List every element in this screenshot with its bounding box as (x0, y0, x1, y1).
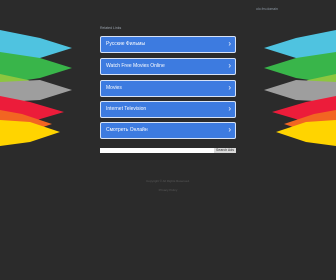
privacy-policy-link[interactable]: Privacy Policy (0, 188, 336, 192)
related-link-2[interactable]: Watch Free Movies Online › (100, 58, 236, 75)
copyright-text: Copyright © All Rights Reserved. (146, 179, 190, 183)
search-input[interactable] (100, 148, 214, 153)
related-links-heading: Related Links (100, 26, 122, 30)
related-link-1-label: Русские Фильмы (106, 41, 146, 47)
related-link-1[interactable]: Русские Фильмы › (100, 36, 236, 53)
related-link-4-label: Internet Television (106, 106, 147, 112)
search-ads-button[interactable]: Search Ads (214, 148, 236, 153)
related-link-5[interactable]: Смотреть Онлайн › (100, 122, 236, 139)
related-link-2-label: Watch Free Movies Online (106, 63, 165, 69)
related-link-3[interactable]: Movies › (100, 80, 236, 97)
related-link-4[interactable]: Internet Television › (100, 101, 236, 118)
chevron-right-icon: › (228, 125, 231, 134)
chevron-right-icon: › (228, 39, 231, 48)
related-link-3-label: Movies (106, 85, 122, 91)
chevron-right-icon: › (228, 104, 231, 113)
chevron-right-icon: › (228, 83, 231, 92)
related-link-5-label: Смотреть Онлайн (106, 127, 148, 133)
chevron-right-icon: › (228, 61, 231, 70)
domain-label: olo.fm.domain (256, 7, 278, 11)
